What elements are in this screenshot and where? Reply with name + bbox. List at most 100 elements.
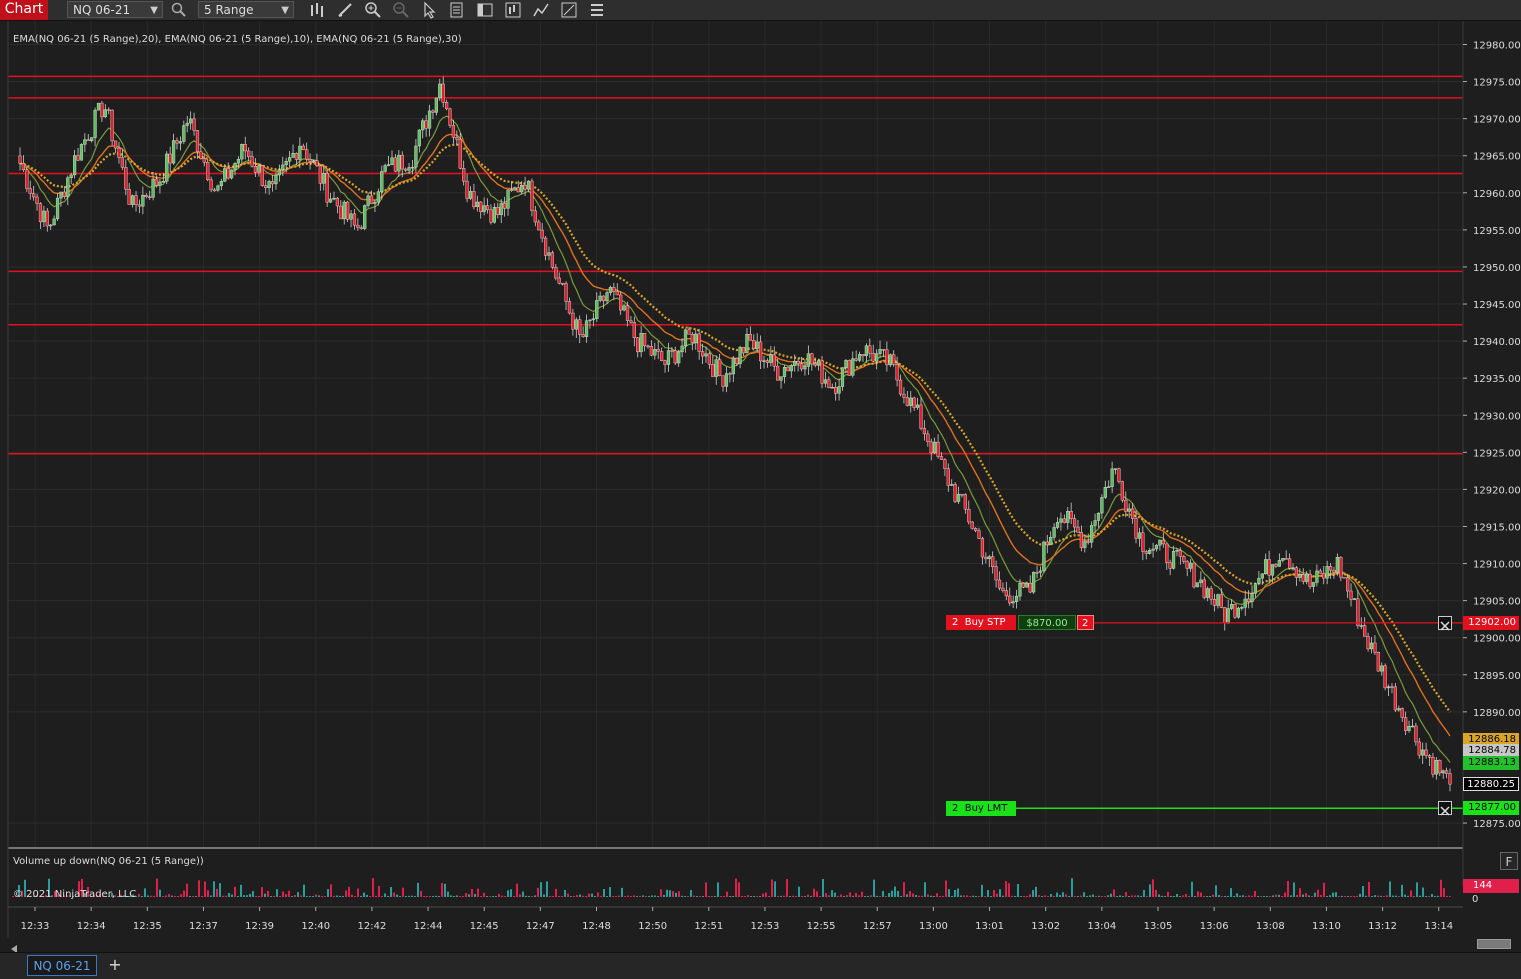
up-candle	[1110, 468, 1114, 487]
down-candle	[516, 187, 520, 193]
buy-stop-order-label[interactable]: 2 Buy STP	[946, 615, 1016, 631]
up-candle	[1270, 564, 1275, 576]
volume-bar	[240, 884, 242, 897]
down-candle	[448, 108, 452, 126]
indicator-icon[interactable]	[532, 1, 550, 19]
volume-bar	[747, 895, 749, 897]
down-candle	[1134, 518, 1138, 539]
volume-bar	[453, 895, 455, 897]
up-candle	[1059, 518, 1063, 523]
volume-bar	[426, 895, 428, 897]
pointer-icon[interactable]	[420, 1, 438, 19]
volume-bar	[996, 893, 998, 897]
bars-type-icon[interactable]	[308, 1, 326, 19]
down-candle	[1035, 572, 1039, 574]
price-marker-12877-00: 12877.00	[1463, 801, 1519, 816]
chart-window-label[interactable]: Chart	[0, 0, 48, 20]
volume-bar	[1194, 895, 1196, 897]
add-tab-button[interactable]: +	[105, 955, 125, 975]
list-icon[interactable]	[588, 1, 606, 19]
down-candle	[455, 137, 459, 140]
volume-bar	[684, 895, 686, 897]
down-candle	[554, 267, 558, 279]
down-candle	[209, 179, 213, 191]
drawing-tool-icon[interactable]	[336, 1, 354, 19]
up-candle	[383, 165, 387, 172]
volume-bar	[1095, 895, 1097, 897]
volume-bar	[1353, 895, 1355, 897]
volume-bar	[1059, 895, 1061, 897]
volume-bar	[777, 895, 779, 897]
up-candle	[1216, 594, 1220, 606]
down-candle	[247, 150, 251, 157]
up-candle	[1226, 608, 1230, 623]
strategy-icon[interactable]	[504, 1, 522, 19]
up-candle	[837, 386, 841, 394]
buy-stop-pnl[interactable]: $870.00	[1018, 615, 1076, 631]
volume-bar	[1380, 895, 1382, 897]
down-candle	[646, 345, 650, 348]
down-candle	[120, 157, 124, 168]
down-candle	[100, 102, 104, 118]
buy-stop-cancel-icon[interactable]	[1438, 615, 1452, 631]
down-candle	[885, 349, 889, 366]
volume-bar	[153, 895, 155, 897]
volume-bar	[405, 895, 407, 897]
up-candle	[1421, 749, 1425, 756]
tab-nq-06-21[interactable]: NQ 06-21	[27, 955, 97, 976]
volume-bar	[831, 890, 833, 897]
up-candle	[639, 333, 643, 353]
volume-zero-label: 0	[1472, 894, 1478, 905]
chart-area[interactable]: 12980.00 12975.00 12970.00 12965.00 12960.00…	[0, 21, 1521, 938]
zoom-out-icon[interactable]	[392, 1, 410, 19]
volume-bar	[330, 884, 332, 897]
up-candle	[342, 201, 346, 220]
down-candle	[260, 165, 264, 186]
volume-bar	[516, 883, 518, 897]
up-candle	[42, 210, 46, 223]
volume-bar	[660, 889, 662, 897]
volume-bar	[1446, 895, 1448, 897]
up-candle	[257, 165, 261, 173]
buy-limit-order-label[interactable]: 2 Buy LMT	[946, 800, 1016, 816]
buy-stop-count[interactable]: 2	[1077, 615, 1094, 631]
volume-bar	[375, 895, 377, 897]
volume-bar	[531, 895, 533, 897]
zoom-in-icon[interactable]	[364, 1, 382, 19]
bar-type-selector[interactable]: 5 Range ▼	[198, 1, 294, 18]
volume-bar	[756, 895, 758, 897]
horizontal-scrollbar[interactable]	[1477, 939, 1511, 949]
up-candle	[779, 376, 783, 381]
up-candle	[349, 213, 353, 220]
down-candle	[561, 282, 565, 285]
volume-bar	[1053, 895, 1055, 897]
volume-bar	[183, 890, 185, 897]
down-candle	[1339, 557, 1343, 578]
up-candle	[414, 145, 418, 168]
volume-bar	[813, 888, 815, 897]
volume-bar	[222, 895, 224, 897]
up-candle	[468, 191, 473, 199]
volume-bar	[1158, 894, 1160, 897]
up-candle	[1096, 512, 1101, 521]
template-icon[interactable]	[476, 1, 494, 19]
volume-bar	[348, 886, 350, 897]
volume-bar	[1188, 895, 1190, 897]
down-candle	[557, 277, 561, 284]
instrument-selector[interactable]: NQ 06-21 ▼	[67, 1, 163, 18]
data-box-icon[interactable]	[448, 1, 466, 19]
scroll-left-icon[interactable]	[10, 939, 18, 953]
buy-limit-cancel-icon[interactable]	[1438, 801, 1452, 816]
down-candle	[1004, 590, 1008, 597]
down-candle	[530, 180, 534, 212]
up-candle	[223, 168, 227, 182]
down-candle	[1322, 573, 1326, 579]
panel-f-button[interactable]: F	[1500, 852, 1518, 870]
volume-bar	[603, 889, 605, 897]
search-icon[interactable]	[170, 1, 188, 19]
up-candle	[482, 205, 486, 212]
properties-icon[interactable]	[560, 1, 578, 19]
volume-bar	[1272, 895, 1274, 897]
volume-bar	[408, 895, 410, 897]
buy-stop-qty: 2	[952, 617, 959, 629]
